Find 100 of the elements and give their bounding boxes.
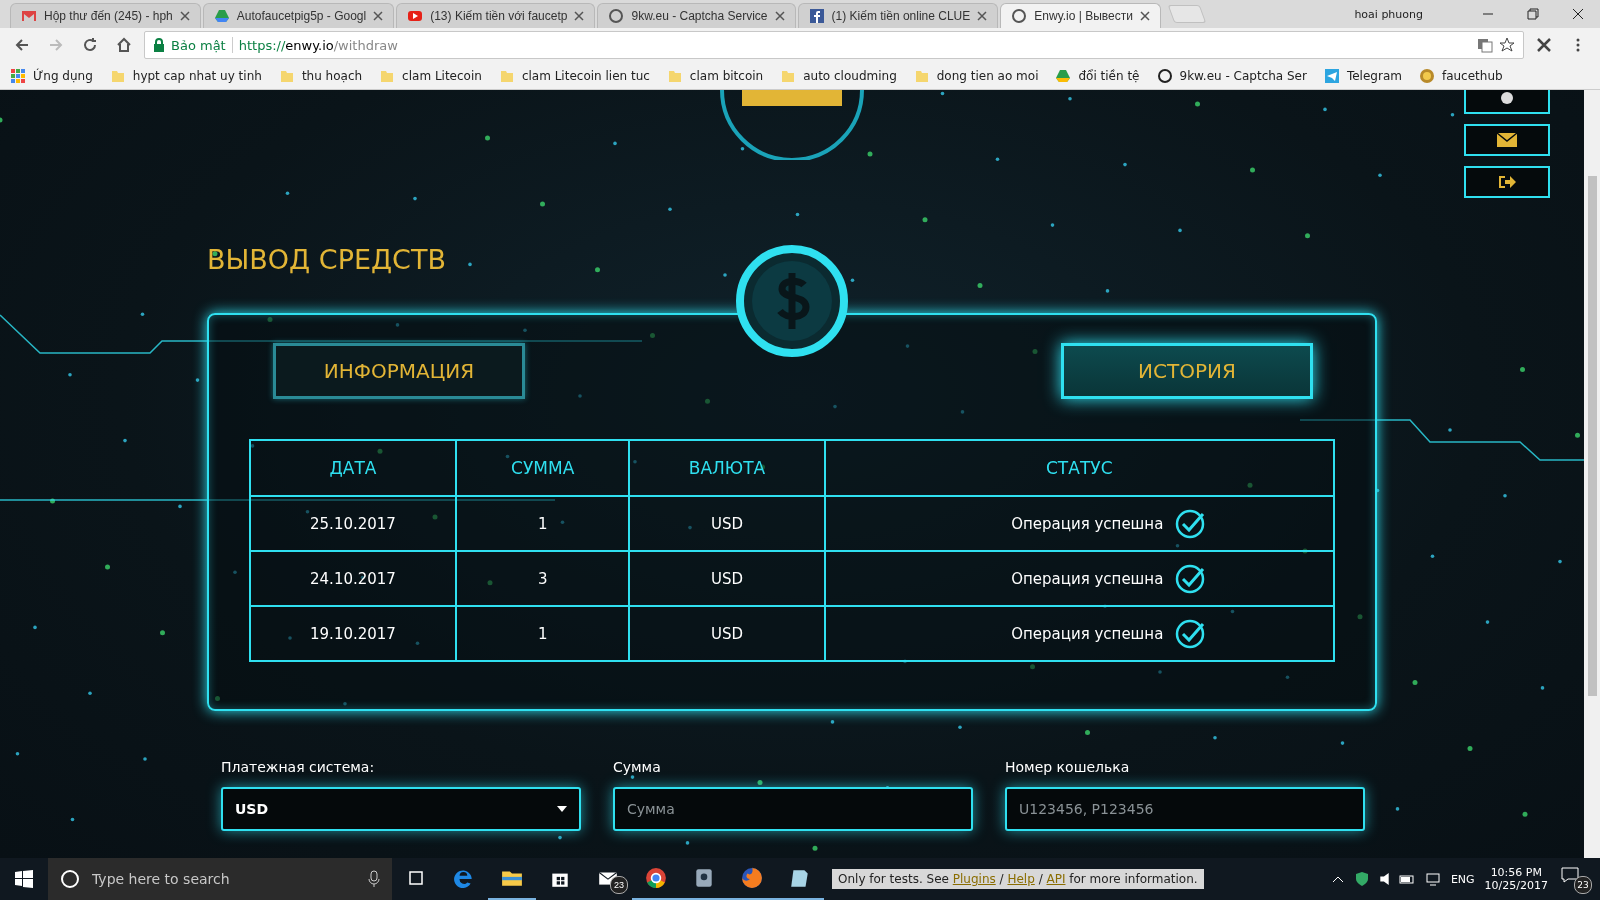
restore-icon [1526,8,1539,20]
column-header: СТАТУС [824,440,1334,496]
browser-tab[interactable]: (1) Kiếm tiền online CLUE [797,3,999,28]
play-icon [407,8,424,24]
task-view-icon [406,868,426,888]
table-cell: USD [629,551,825,606]
input-field[interactable]: U123456, P123456 [1005,787,1365,831]
bookmark-item[interactable]: 9kw.eu - Captcha Ser [1156,67,1307,84]
shield-icon [1353,871,1370,887]
app-window-icon [693,867,715,889]
table-cell: 1 [455,496,630,551]
caret-icon [557,806,567,812]
triangle-icon [1055,67,1072,84]
bookmark-item[interactable]: thu hoạch [278,67,363,84]
browser-tab[interactable]: (13) Kiếm tiền với faucetp [396,3,596,28]
notice-link[interactable]: Help [1007,872,1035,886]
notifications-button[interactable]: 23 [1558,864,1592,894]
mail-icon [21,8,37,24]
notice-link[interactable]: API [1046,872,1066,886]
count-badge: 23 [610,876,628,894]
microphone-icon [368,870,380,888]
address-bar[interactable]: Bảo mật https://enwy.io/withdraw [144,31,1524,59]
coin-icon [1418,67,1435,84]
bookmark-item[interactable]: dong tien ao moi [913,67,1039,84]
chrome-icon [645,867,667,889]
mail-button[interactable] [1464,124,1550,156]
language-button[interactable] [1464,90,1550,114]
reload-icon [82,37,98,53]
profile-name[interactable]: hoai phuong [1354,7,1423,21]
search-input[interactable]: Type here to search [90,870,358,888]
table-cell: 25.10.2017 [250,496,456,551]
search-icon [60,869,80,889]
notice-text: Only for tests. See Plugins / Help / API for more information. [832,869,1204,889]
triangle-icon [213,8,230,24]
section-button[interactable]: ИСТОРИЯ [1061,343,1313,399]
home-icon [116,37,132,53]
search-field[interactable]: Type here to search [48,858,392,900]
payment-select[interactable]: USD [221,787,581,831]
browser-tab[interactable]: Autofaucetpig5p - Googl [202,3,395,28]
table-cell: USD [629,496,825,551]
star-icon [1499,37,1515,53]
bookmark-item[interactable]: Telegram [1323,67,1402,84]
input-field[interactable]: Сумма [613,787,973,831]
forward-arrow-icon [48,37,64,53]
taskbar-app-button[interactable]: 23 [584,858,632,900]
message-icon [1560,866,1580,884]
page-title: ВЫВОД СРЕДСТВ [207,244,447,275]
speaker-icon [1379,873,1389,885]
dollar-coin-icon [734,243,850,359]
scrollbar[interactable] [1584,90,1600,858]
bookmark-item[interactable]: đổi tiền tệ [1055,67,1140,84]
windows-logo-icon [15,870,33,888]
status-text: Операция успешна [1011,624,1164,643]
table-cell: 24.10.2017 [250,551,456,606]
bookmark-item[interactable]: clam Litecoin lien tuc [498,67,650,84]
column-header: СУММА [455,440,630,496]
envelope-icon [1496,132,1518,148]
logout-button[interactable] [1464,166,1550,198]
bookmark-item[interactable]: faucethub [1418,67,1503,84]
field-label: Сумма [613,759,662,775]
back-arrow-icon [14,37,30,53]
field-label: Номер кошелька [1005,759,1131,775]
browser-tab[interactable]: 9kw.eu - Captcha Service [597,3,796,28]
section-button[interactable]: ИНФОРМАЦИЯ [273,343,525,399]
bookmark-item[interactable]: hypt cap nhat uy tinh [109,67,262,84]
field-label: Платежная система: [221,759,376,775]
lock-icon [153,38,165,52]
close-icon [1571,8,1584,20]
notice-link[interactable]: Plugins [952,872,996,886]
social-icon [808,8,825,24]
url-text: https://enwy.io/withdraw [238,37,398,53]
network-icon [1424,871,1441,887]
close-icon [574,11,585,21]
close-icon [977,11,988,21]
table-cell: 3 [455,551,630,606]
count-badge: 23 [1574,876,1592,894]
letter-e-icon [453,867,475,889]
browser-tab[interactable]: Hộp thư đến (245) - hph [10,3,201,28]
table-cell: 1 [455,606,630,661]
close-icon [1139,11,1150,21]
chevron-up-icon [1331,875,1344,883]
bookmark-item[interactable]: Ứng dụng [10,67,93,84]
bookmark-item[interactable]: clam bitcoin [666,67,764,84]
security-label: Bảo mật [171,37,226,53]
column-header: ВАЛЮТА [629,440,825,496]
language-indicator[interactable]: ENG [1450,872,1475,886]
bookmark-item[interactable]: auto cloudming [780,67,897,84]
column-header: ДАТА [250,440,456,496]
close-icon [179,11,190,21]
x-mark-icon [1536,37,1552,53]
clock[interactable]: 10:56 PM 10/25/2017 [1484,866,1548,892]
fox-globe-icon [741,867,763,889]
table-cell: USD [629,606,825,661]
status-text: Операция успешна [1011,514,1164,533]
table-cell: 19.10.2017 [250,606,456,661]
browser-tab[interactable]: Enwy.io | Вывести [1000,3,1161,28]
apps-grid-icon [10,67,26,84]
bookmark-item[interactable]: clam Litecoin [379,67,482,84]
status-text: Операция успешна [1011,569,1164,588]
exit-arrow-icon [1497,174,1517,190]
